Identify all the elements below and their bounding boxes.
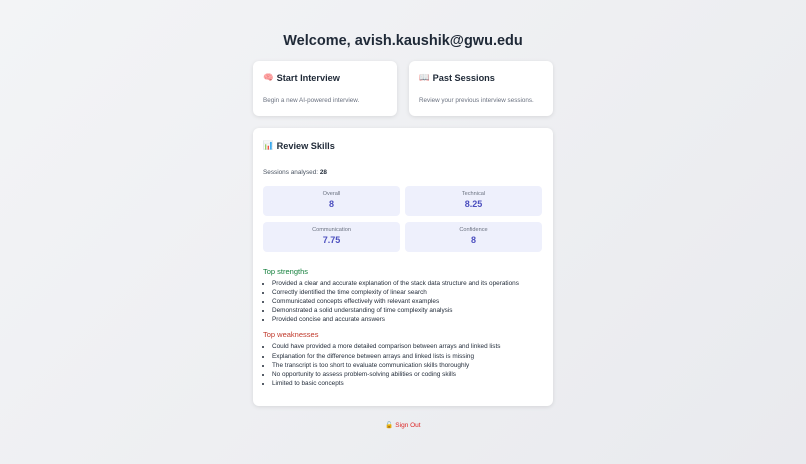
list-item: The transcript is too short to evaluate … xyxy=(272,361,543,370)
review-skills-title: Review Skills xyxy=(276,140,335,151)
start-interview-desc: Begin a new AI-powered interview. xyxy=(263,97,360,104)
bar-chart-icon: 📊 xyxy=(263,140,274,150)
welcome-heading: Welcome, avish.kaushik@gwu.edu xyxy=(283,33,523,49)
list-item: Correctly identified the time complexity… xyxy=(272,288,543,297)
strengths-heading: Top strengths xyxy=(263,267,309,276)
stat-label: Confidence xyxy=(459,227,488,233)
sessions-count: 28 xyxy=(319,169,327,176)
stat-confidence: Confidence 8 xyxy=(405,222,542,252)
weaknesses-heading: Top weaknesses xyxy=(263,330,319,340)
list-item: Provided a clear and accurate explanatio… xyxy=(272,279,543,288)
brain-icon: 🧠 xyxy=(263,72,274,82)
list-item: Provided concise and accurate answers xyxy=(272,315,543,324)
stat-label: Overall xyxy=(322,191,341,197)
review-skills-title-row: 📊 Review Skills xyxy=(263,140,543,151)
sessions-label: Sessions analysed: xyxy=(263,169,319,176)
past-sessions-title: Past Sessions xyxy=(432,72,495,83)
stat-label: Technical xyxy=(461,191,486,197)
review-skills-card: 📊 Review Skills Sessions analysed: 28 Ov… xyxy=(253,128,553,406)
list-item: Could have provided a more detailed comp… xyxy=(272,342,543,351)
stat-value: 8 xyxy=(470,235,476,245)
stat-communication: Communication 7.75 xyxy=(263,222,400,252)
stat-value: 8.25 xyxy=(464,199,483,209)
past-sessions-title-row: 📖 Past Sessions xyxy=(419,72,543,83)
sign-out-link[interactable]: 🔓 Sign Out xyxy=(0,421,806,429)
unlock-icon: 🔓 xyxy=(385,422,394,429)
book-icon: 📖 xyxy=(419,72,430,82)
stat-technical: Technical 8.25 xyxy=(405,186,542,216)
stat-value: 8 xyxy=(328,199,334,209)
list-item: Communicated concepts effectively with r… xyxy=(272,297,543,306)
strengths-list: Provided a clear and accurate explanatio… xyxy=(263,279,543,324)
start-interview-title: Start Interview xyxy=(276,72,340,83)
sign-out-label: Sign Out xyxy=(395,422,421,429)
list-item: Demonstrated a solid understanding of ti… xyxy=(272,306,543,315)
list-item: No opportunity to assess problem-solving… xyxy=(272,370,543,379)
stat-label: Communication xyxy=(312,227,351,233)
past-sessions-desc: Review your previous interview sessions. xyxy=(419,97,534,104)
stats-grid: Overall 8 Technical 8.25 Communication 7… xyxy=(263,186,543,252)
list-item: Limited to basic concepts xyxy=(272,379,543,388)
list-item: Explanation for the difference between a… xyxy=(272,352,543,361)
stat-value: 7.75 xyxy=(322,235,341,245)
weaknesses-list: Could have provided a more detailed comp… xyxy=(263,342,543,387)
past-sessions-card[interactable]: 📖 Past Sessions Review your previous int… xyxy=(409,61,553,116)
stat-overall: Overall 8 xyxy=(263,186,400,216)
sessions-analysed: Sessions analysed: 28 xyxy=(263,169,543,176)
start-interview-card[interactable]: 🧠 Start Interview Begin a new AI-powered… xyxy=(253,61,397,116)
start-interview-title-row: 🧠 Start Interview xyxy=(263,72,387,83)
